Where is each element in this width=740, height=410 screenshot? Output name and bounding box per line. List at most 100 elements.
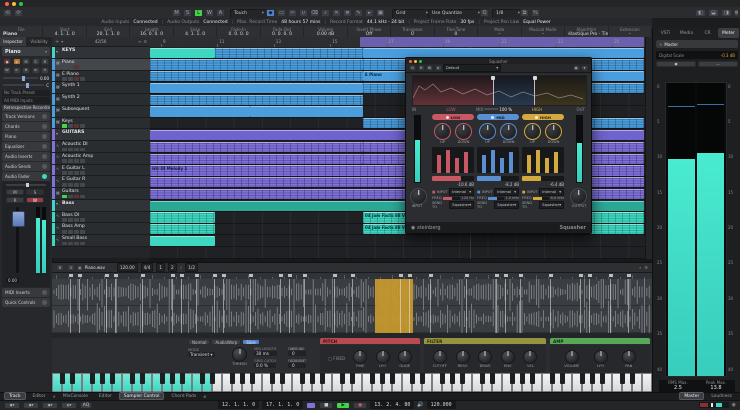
musical-mode-icon[interactable]: ♪ [180, 265, 183, 270]
piano-black-key[interactable] [59, 373, 65, 384]
inspector-tab-inspector[interactable]: Inspector [0, 37, 26, 46]
track-row-guitars[interactable]: ▾ GUITARS [52, 129, 150, 142]
solo-button[interactable]: S [31, 58, 40, 65]
s-track-button[interactable] [68, 147, 73, 152]
minimize-window-icon[interactable] [12, 1, 16, 6]
right-zone-tab-cr[interactable]: CR [697, 28, 718, 38]
track-row-keys[interactable]: ▦ Keys [52, 117, 150, 130]
vel-knob[interactable] [523, 349, 538, 364]
status-value[interactable]: 30 fps [460, 20, 474, 25]
write-button[interactable]: W [3, 66, 11, 74]
s-track-button[interactable] [68, 171, 73, 175]
event-blue[interactable] [250, 106, 363, 117]
piano-black-key[interactable] [439, 373, 445, 384]
inspector-section-track-versions[interactable]: Track Versions [2, 112, 50, 121]
inspector-tab-visibility[interactable]: Visibility [26, 37, 52, 46]
status-value[interactable]: 48 hours 57 mins [281, 20, 320, 25]
piano-black-key[interactable] [199, 373, 205, 384]
meter-reset-button[interactable]: ● [656, 61, 696, 67]
state-button-w[interactable]: W [205, 8, 214, 17]
solo-editor-icon[interactable]: s [67, 264, 75, 271]
m-track-button[interactable] [62, 65, 67, 69]
piano-black-key[interactable] [89, 373, 95, 384]
env-knob[interactable] [500, 349, 515, 364]
m-track-button[interactable] [62, 147, 67, 152]
s-track-button[interactable] [68, 218, 73, 222]
track-row-small-bass[interactable]: ∿ Small Bass [52, 235, 150, 248]
band-up-knob[interactable] [479, 123, 496, 140]
info-field-length[interactable]: Length 16. 0. 0. 0 [130, 26, 174, 37]
info-field-extension[interactable]: Extension – [609, 26, 653, 37]
right-zone-tab-media[interactable]: Media [676, 28, 697, 38]
play-button[interactable]: ▶ [336, 401, 351, 409]
band-amount-slider[interactable] [522, 176, 564, 181]
left-zone-toggle-icon[interactable]: ◧ [695, 8, 706, 17]
s-track-button[interactable] [68, 124, 73, 128]
glue-tool-icon[interactable]: ∪ [299, 8, 308, 17]
piano-white-key[interactable] [642, 373, 652, 392]
add-tab-icon[interactable]: ⊕ [203, 394, 206, 399]
track-row-bass-amp[interactable]: ∿ Bass Amp [52, 223, 150, 236]
pan-slider[interactable] [3, 82, 45, 88]
sample-tempo-field[interactable]: 120.00 [116, 263, 138, 272]
event-purple[interactable] [150, 141, 363, 152]
slice-line[interactable] [223, 279, 224, 333]
reso-knob[interactable] [455, 349, 470, 364]
sampler-keyboard[interactable] [52, 373, 652, 393]
event-cyan[interactable] [150, 235, 215, 247]
band-send-row[interactable]: SEND TO Squasher ▾ [432, 201, 474, 209]
event-blue[interactable] [150, 71, 363, 82]
inspector-section-piano[interactable]: Piano [2, 132, 50, 141]
slice-line[interactable] [610, 279, 611, 333]
info-field-fine-tune[interactable]: Fine-Tune 0 [435, 26, 479, 37]
piano-black-key[interactable] [339, 373, 345, 384]
monitor-button[interactable]: ◉ [12, 58, 21, 65]
right-zone-tab-vsti[interactable]: VSTi [655, 28, 676, 38]
piano-black-key[interactable] [449, 373, 455, 384]
slice-line[interactable] [142, 279, 143, 333]
lfo-knob[interactable] [593, 349, 608, 364]
track-row-synth-2[interactable]: ▦ Synth 2 [52, 94, 150, 106]
play-tool-icon[interactable]: ▸ [365, 8, 374, 17]
track-row-piano[interactable]: ▦ Piano [52, 58, 150, 71]
volume-knob[interactable] [564, 349, 579, 364]
track-row-guitars[interactable]: ▦ Guitars [52, 188, 150, 200]
plugin-output-knob[interactable] [570, 188, 587, 205]
tune-field-coarse[interactable]: COARSE 0 [290, 359, 305, 368]
threshold-knob[interactable] [232, 347, 247, 362]
read-automation-button[interactable]: R [6, 197, 24, 203]
tune-field-detune[interactable]: DETUNE 0 [290, 347, 305, 356]
add-track-icon[interactable]: + [55, 39, 59, 45]
band-down-knob[interactable] [500, 123, 517, 140]
sampler-tab-normal[interactable]: Normal [188, 339, 211, 345]
crossover-handle-low-mid[interactable] [491, 76, 496, 105]
filter-icon[interactable]: ≡ [138, 39, 141, 44]
m-track-button[interactable] [62, 77, 67, 81]
state-button-a[interactable]: A [216, 8, 225, 17]
info-field-fade-out[interactable]: Fade-Out 0. 0. 0. 0 [261, 26, 305, 37]
edit-icon[interactable]: e [56, 264, 64, 271]
s-track-button[interactable] [68, 230, 73, 234]
info-field-snap[interactable]: Snap 4. 1. 1. 0 [174, 26, 218, 37]
piano-black-key[interactable] [319, 373, 325, 384]
s-track-button[interactable] [68, 183, 73, 187]
piano-black-key[interactable] [489, 373, 495, 384]
settings-icon[interactable]: ⚙ [644, 265, 648, 270]
stop-button[interactable]: ■ [319, 401, 334, 409]
r-track-button[interactable] [74, 218, 79, 222]
event-purple[interactable] [150, 153, 363, 164]
sampler-tab-audiowarp[interactable]: AudioWarp [211, 339, 242, 345]
piano-black-key[interactable] [579, 373, 585, 384]
lower-zone-tab-mixconsole[interactable]: MixConsole [59, 393, 92, 399]
lower-zone-tab-editor[interactable]: Editor [95, 393, 116, 399]
status-value[interactable]: Connected [133, 20, 157, 25]
plugin-bypass-icon[interactable]: ⏻ [409, 65, 416, 71]
info-field-mute[interactable]: Mute – [478, 26, 522, 37]
range-selection-tool-icon[interactable]: ▭ [277, 8, 286, 17]
piano-black-key[interactable] [139, 373, 145, 384]
project-position-field[interactable]: 13. 2. 4. 80 [370, 401, 415, 410]
slice-line[interactable] [400, 279, 401, 333]
slice-line[interactable] [115, 279, 116, 333]
m-track-button[interactable] [62, 230, 67, 234]
inspector-section-chords[interactable]: Chords [2, 122, 50, 131]
